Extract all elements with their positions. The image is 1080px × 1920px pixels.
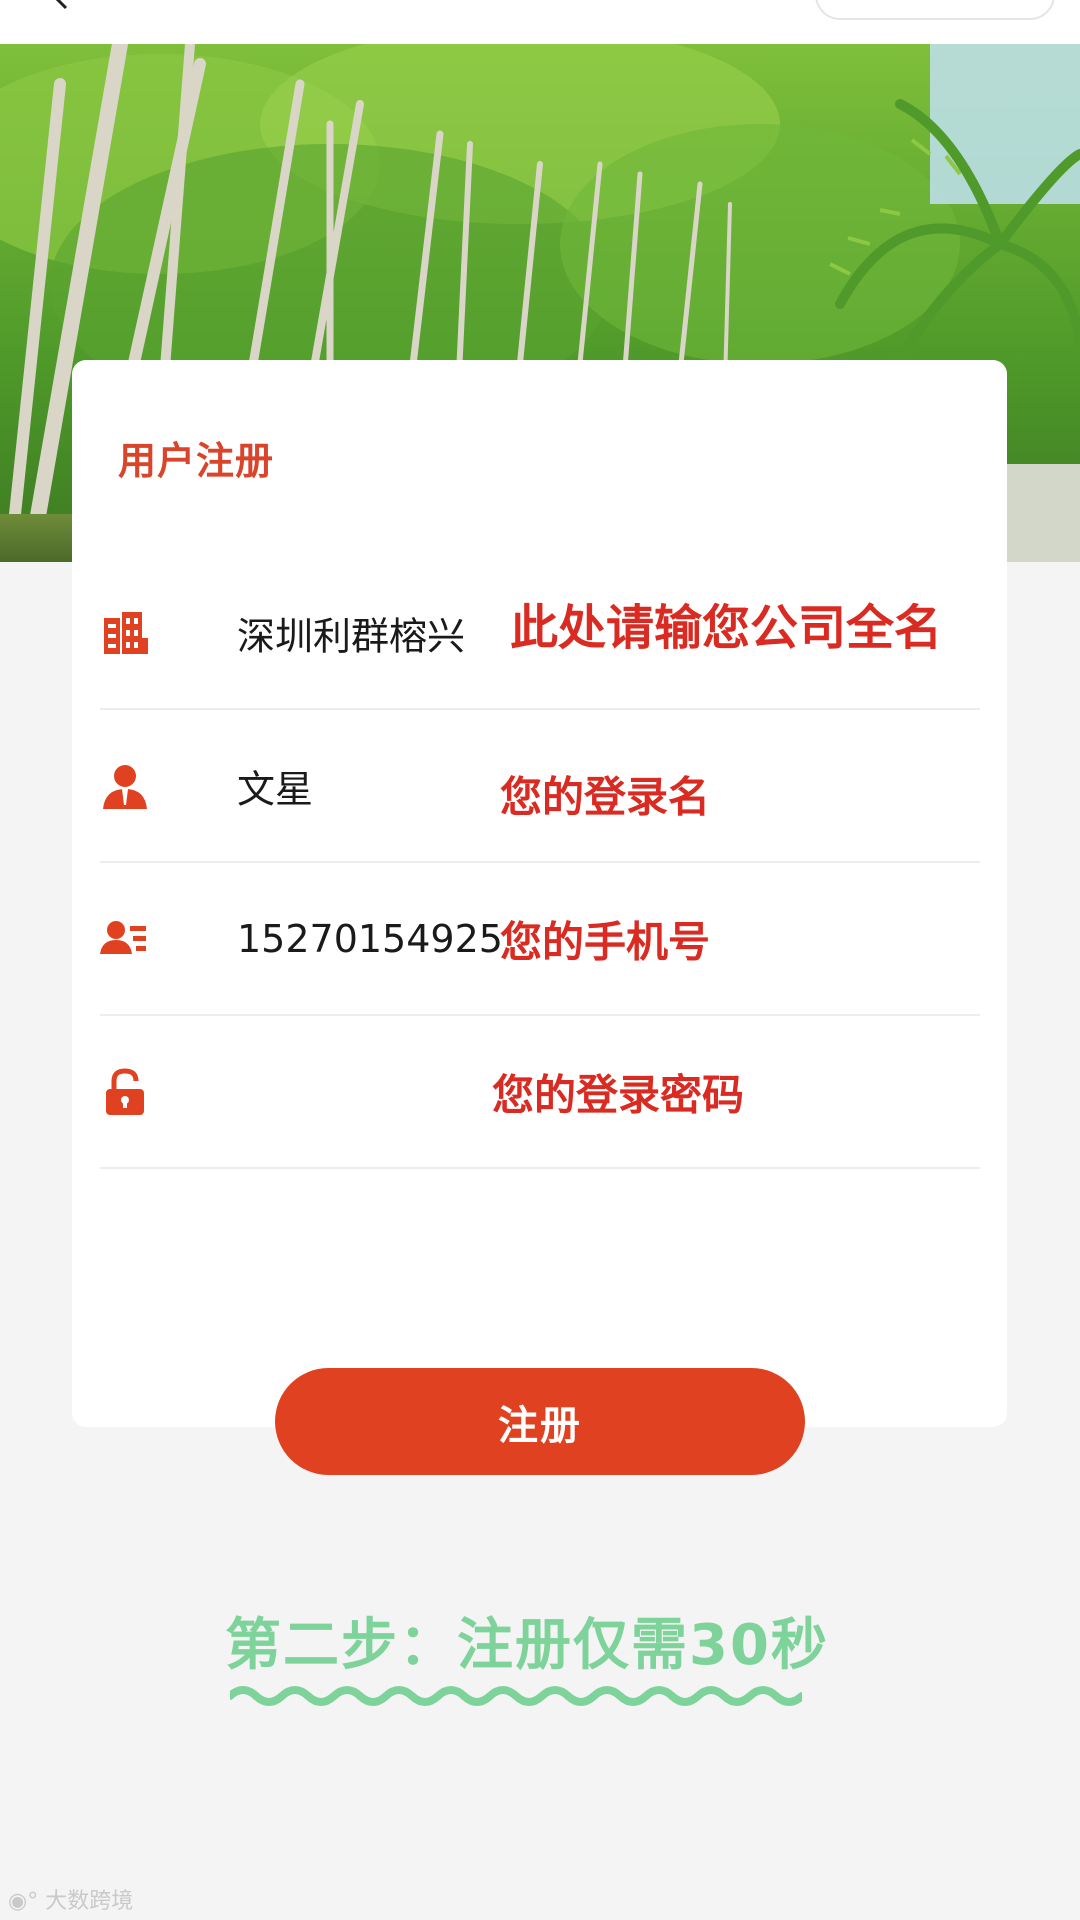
card-title: 用户注册 — [118, 439, 275, 483]
login-name-field[interactable]: 文星 您的登录名 — [100, 710, 980, 863]
phone-value: 15270154925 — [237, 916, 503, 961]
register-card: 用户注册 深圳利群榕兴 此处请输您公司全名 文星 您的登录名 152701549… — [72, 360, 1007, 1427]
user-icon — [103, 764, 147, 809]
password-hint: 您的登录密码 — [492, 1070, 745, 1119]
company-name-value: 深圳利群榕兴 — [237, 614, 466, 658]
company-name-hint: 此处请输您公司全名 — [510, 599, 943, 656]
building-icon — [104, 611, 148, 654]
register-button[interactable]: 注册 — [275, 1368, 805, 1475]
step-caption: 第二步：注册仅需30秒 — [225, 1613, 829, 1678]
phone-hint: 您的手机号 — [500, 917, 711, 966]
wavy-underline — [230, 1686, 802, 1706]
back-arrow-icon[interactable] — [50, 0, 74, 10]
password-field[interactable]: 您的登录密码 — [100, 1016, 980, 1169]
phone-field[interactable]: 15270154925 您的手机号 — [100, 863, 980, 1016]
top-nav-bar — [0, 0, 1080, 44]
login-name-value: 文星 — [237, 767, 314, 811]
company-name-field[interactable]: 深圳利群榕兴 此处请输您公司全名 — [100, 557, 980, 710]
watermark: ◉° 大数跨境 — [8, 1889, 134, 1914]
contact-card-icon — [100, 920, 146, 954]
watermark-logo-icon: ◉° — [8, 1889, 46, 1914]
mini-program-capsule[interactable] — [815, 0, 1055, 20]
unlock-icon — [106, 1067, 144, 1115]
login-name-hint: 您的登录名 — [500, 772, 711, 821]
